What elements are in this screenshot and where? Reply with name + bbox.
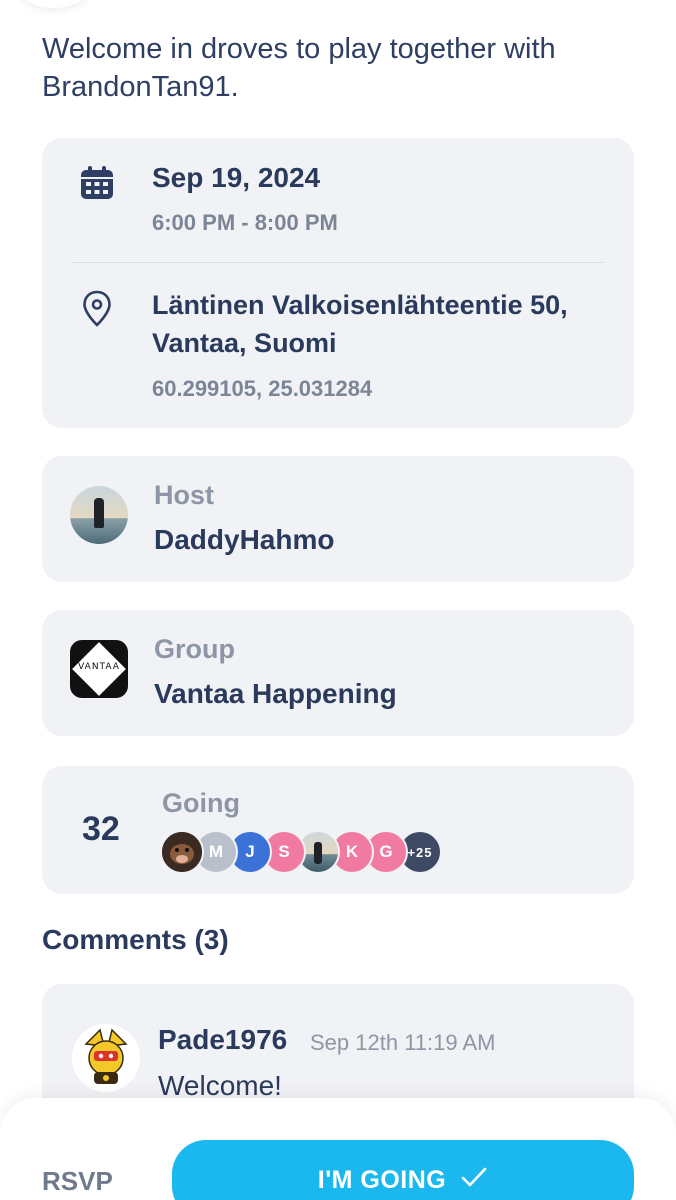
attendees-card[interactable]: 32 Going M J S K G +25 bbox=[42, 766, 634, 894]
comments-title: Comments (3) bbox=[42, 924, 229, 955]
host-name: DaddyHahmo bbox=[154, 524, 335, 555]
im-going-button[interactable]: I'M GOING bbox=[172, 1140, 634, 1200]
host-avatar bbox=[70, 486, 128, 544]
host-card[interactable]: Host DaddyHahmo bbox=[42, 456, 634, 582]
event-address[interactable]: Läntinen Valkoisenlähteentie 50, Vantaa,… bbox=[152, 286, 612, 362]
person-silhouette-icon bbox=[94, 498, 104, 528]
location-pin-icon bbox=[83, 290, 111, 327]
comment-author[interactable]: Pade1976 bbox=[158, 1024, 287, 1056]
group-logo-text: VANTAA bbox=[78, 662, 120, 672]
comment-timestamp: Sep 12th 11:19 AM bbox=[310, 1030, 496, 1055]
checkmark-icon bbox=[461, 1167, 487, 1187]
host-label: Host bbox=[154, 480, 214, 510]
event-coordinates: 60.299105, 25.031284 bbox=[152, 376, 373, 401]
going-count: 32 bbox=[82, 810, 120, 848]
group-card[interactable]: VANTAA Group Vantaa Happening bbox=[42, 610, 634, 736]
going-label: Going bbox=[162, 788, 240, 818]
attendee-avatars[interactable]: M J S K G +25 bbox=[160, 830, 460, 874]
event-description: Welcome in droves to play together with … bbox=[42, 33, 556, 103]
calendar-icon bbox=[81, 166, 113, 199]
event-details-card: Sep 19, 2024 6:00 PM - 8:00 PM Läntinen … bbox=[42, 138, 634, 428]
group-logo: VANTAA bbox=[70, 640, 128, 698]
group-label: Group bbox=[154, 634, 235, 664]
character-avatar-icon bbox=[72, 1024, 140, 1092]
event-date: Sep 19, 2024 bbox=[152, 162, 321, 193]
top-avatar-stub bbox=[14, 0, 94, 8]
event-time: 6:00 PM - 8:00 PM bbox=[152, 210, 338, 235]
comment-author-avatar[interactable] bbox=[72, 1024, 140, 1092]
rsvp-bar: RSVP I'M GOING bbox=[0, 1098, 676, 1200]
rsvp-label: RSVP bbox=[42, 1166, 113, 1196]
attendee-avatar bbox=[160, 830, 204, 874]
divider bbox=[72, 262, 604, 263]
group-name: Vantaa Happening bbox=[154, 678, 397, 709]
im-going-label: I'M GOING bbox=[317, 1166, 447, 1194]
